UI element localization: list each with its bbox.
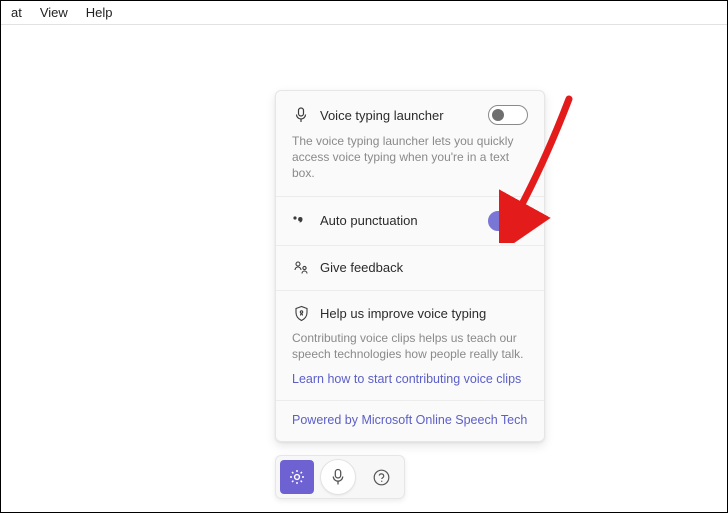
shield-icon — [292, 305, 310, 322]
feedback-label: Give feedback — [320, 260, 528, 275]
launcher-label: Voice typing launcher — [320, 108, 478, 123]
menu-item-partial[interactable]: at — [3, 3, 30, 22]
help-button[interactable] — [366, 462, 396, 492]
section-voice-typing-launcher: Voice typing launcher The voice typing l… — [276, 91, 544, 196]
section-help-improve: Help us improve voice typing Contributin… — [276, 290, 544, 400]
learn-contribute-link[interactable]: Learn how to start contributing voice cl… — [292, 372, 528, 386]
feedback-icon — [292, 260, 310, 276]
question-icon — [373, 469, 390, 486]
auto-punctuation-label: Auto punctuation — [320, 213, 478, 228]
auto-punctuation-toggle[interactable] — [488, 211, 528, 231]
launcher-description: The voice typing launcher lets you quick… — [292, 133, 528, 182]
voice-typing-settings-panel: Voice typing launcher The voice typing l… — [275, 90, 545, 442]
help-improve-label: Help us improve voice typing — [320, 306, 528, 321]
menu-item-view[interactable]: View — [32, 3, 76, 22]
launcher-toggle[interactable] — [488, 105, 528, 125]
section-give-feedback[interactable]: Give feedback — [276, 245, 544, 290]
menu-item-help[interactable]: Help — [78, 3, 121, 22]
menubar: at View Help — [1, 1, 727, 25]
gear-icon — [288, 468, 306, 486]
microphone-icon — [331, 468, 345, 486]
help-improve-description: Contributing voice clips helps us teach … — [292, 330, 528, 362]
section-auto-punctuation: Auto punctuation — [276, 196, 544, 245]
powered-by-link[interactable]: Powered by Microsoft Online Speech Tech — [276, 400, 544, 441]
settings-button[interactable] — [280, 460, 314, 494]
microphone-button[interactable] — [320, 459, 356, 495]
voice-typing-toolbar — [275, 455, 405, 499]
microphone-icon — [292, 107, 310, 123]
punctuation-icon — [292, 214, 310, 228]
